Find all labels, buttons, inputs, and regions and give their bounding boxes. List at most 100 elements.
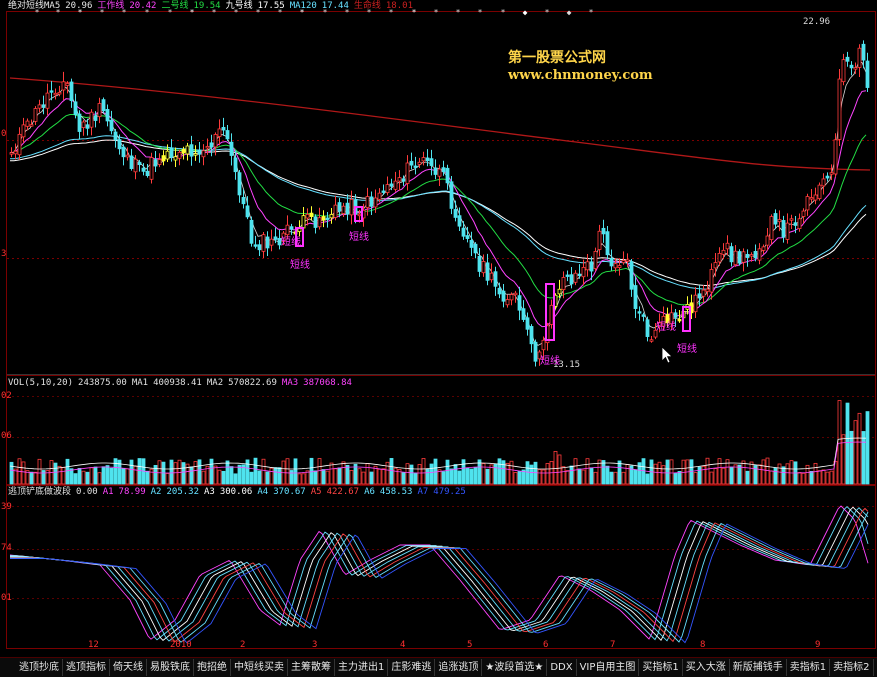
volume-bar [425, 468, 430, 485]
candle-body [113, 131, 118, 141]
volume-bar [625, 464, 630, 485]
candle-body [25, 120, 30, 127]
indicator-tab[interactable]: 易股铁底 [147, 659, 194, 676]
moving-average-lines [9, 61, 871, 346]
volume-bar [757, 464, 762, 485]
wave-band-line [10, 506, 869, 642]
indicator-tab[interactable]: 主筹散筹 [288, 659, 335, 676]
indicator-tab[interactable]: 逃顶指标 [63, 659, 110, 676]
legend-item: A5 [310, 487, 322, 497]
stock-chart[interactable]: * * * * * * * * * * * * * * * * * * * * * * ◆ * ◆ * [0, 0, 877, 676]
legend-item: 17.55 [257, 1, 285, 11]
indicator-tab[interactable]: 新版捕钱手 [730, 659, 787, 676]
signal-label: 短线 [349, 232, 369, 243]
ma5-line [9, 61, 867, 346]
candle-body [621, 260, 626, 263]
indicator-tab[interactable]: 买入大涨 [683, 659, 730, 676]
volume-bar [609, 471, 614, 485]
candle-body [781, 220, 786, 238]
signal-label: 短线 [540, 356, 560, 367]
candle-body [641, 314, 646, 317]
volume-bar [245, 459, 250, 485]
volume-bar [777, 463, 782, 485]
candle-body [461, 227, 466, 237]
volume-bar [453, 464, 458, 485]
candle-body [713, 262, 718, 269]
candle-body [437, 168, 442, 177]
candle-body [185, 145, 190, 155]
volume-bar [677, 471, 682, 485]
volume-bar [829, 470, 834, 485]
candle-body [301, 215, 306, 229]
legend-item: A7 [417, 487, 429, 497]
candle-body [817, 184, 822, 200]
candle-body [745, 254, 750, 258]
legend-item: 18.01 [385, 1, 413, 11]
candle-body [473, 243, 478, 254]
volume-bar [165, 473, 170, 485]
x-axis-label: 2010 [170, 640, 192, 650]
candle-body [161, 155, 166, 162]
indicator-tab[interactable]: 主力进出1 [335, 659, 389, 676]
volume-bar [417, 464, 422, 485]
candle-body [121, 146, 126, 158]
event-star-icon: * [501, 8, 506, 17]
volume-bar [461, 459, 466, 485]
volume-bar [653, 463, 658, 485]
indicator-tab[interactable]: DDX [547, 659, 577, 676]
indicator-tab[interactable]: 中短线买卖 [231, 659, 288, 676]
x-axis-label: 5 [467, 640, 473, 650]
candle-body [441, 167, 446, 173]
indicator-tab[interactable]: 庄影难逃 [388, 659, 436, 676]
candle-body [369, 196, 374, 207]
indicator-tab[interactable]: ★波段首选★ [482, 659, 548, 676]
volume-bar [393, 467, 398, 485]
volume-bar [525, 461, 530, 485]
candle-body [405, 162, 410, 184]
volume-bar [189, 466, 194, 485]
x-axis-label: 9 [815, 640, 821, 650]
legend-item: 570822.69 [228, 378, 277, 388]
indicator-tab[interactable]: 卖指标2 [830, 659, 874, 676]
volume-bars [9, 400, 870, 485]
legend-item: 78.99 [118, 487, 146, 497]
candle-body [149, 157, 154, 180]
event-star-icon: ◆ [567, 8, 572, 17]
signal-label: 短线 [281, 237, 301, 248]
candle-body [649, 339, 654, 342]
volume-bar [585, 458, 590, 485]
candle-body [561, 277, 566, 291]
volume-bar [865, 411, 870, 485]
candle-body [857, 47, 862, 68]
indicator-tab[interactable]: 抱招绝 [194, 659, 231, 676]
candle-body [773, 213, 778, 225]
indicator-tab[interactable]: 买指标1 [639, 659, 683, 676]
volume-bar [421, 458, 426, 485]
volume-bar [593, 471, 598, 485]
indicator-tab[interactable]: 追涨逃顶 [435, 659, 483, 676]
indicator-tab[interactable]: 卖指标1 [787, 659, 831, 676]
wave-indicator-lines [9, 505, 869, 644]
candle-body [485, 262, 490, 281]
candle-body [693, 294, 698, 313]
volume-bar [81, 470, 86, 485]
indicator-tab[interactable]: 倚天线 [110, 659, 147, 676]
volume-bar [505, 462, 510, 485]
volume-bar [513, 472, 518, 485]
volume-bar [565, 470, 570, 485]
candle-body [313, 216, 318, 228]
mouse-cursor-icon [661, 346, 673, 364]
volume-bar [137, 458, 142, 485]
candle-body [809, 197, 814, 200]
indicator-tab[interactable]: 逃顶抄底 [16, 659, 63, 676]
candle-body [45, 92, 50, 109]
volume-bar [309, 457, 314, 485]
candle-body [205, 146, 210, 149]
candle-body [501, 290, 506, 302]
indicator-tab[interactable]: VIP自用主图 [577, 659, 640, 676]
volume-bar [317, 458, 322, 485]
event-star-icon: * [589, 8, 594, 17]
volume-bar [553, 450, 558, 485]
volume-bar [237, 464, 242, 485]
volume-bar [797, 472, 802, 485]
